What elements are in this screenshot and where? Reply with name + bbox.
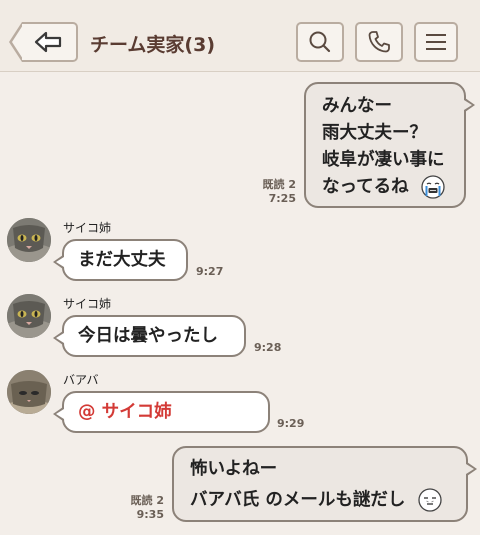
read-receipt: 既読 2 [262, 178, 296, 191]
read-receipt: 既読 2 [130, 494, 164, 507]
message-time: 9:28 [254, 341, 282, 354]
phone-icon [368, 31, 390, 53]
message-time: 9:27 [196, 265, 224, 278]
cat-avatar-icon [7, 294, 51, 338]
cat-avatar-icon [7, 370, 51, 414]
message-line: 怖いよねー [190, 459, 278, 479]
crying-face-emoji [421, 175, 445, 199]
message-time: 9:35 [136, 508, 164, 521]
chat-header: チーム実家(3) [0, 0, 480, 72]
message-bubble-incoming[interactable]: @ サイコ姉 [53, 391, 270, 433]
message-meta: 既読 2 9:35 [131, 494, 164, 522]
sender-name: サイコ姉 [63, 297, 112, 311]
call-button[interactable] [355, 22, 403, 62]
back-button[interactable] [9, 22, 78, 62]
message-time: 7:25 [268, 192, 296, 205]
message-line: 雨大丈夫ー？ [322, 123, 427, 143]
message-time: 9:29 [277, 417, 305, 430]
message-line: なってるね [322, 177, 409, 197]
search-button[interactable] [296, 22, 344, 62]
message-line: 岐阜が凄い事に [322, 150, 445, 170]
message-line: みんなー [322, 96, 392, 116]
neutral-face-emoji [417, 488, 442, 512]
cat-avatar-icon [7, 218, 51, 262]
avatar[interactable] [7, 294, 51, 338]
message-text: まだ大丈夫 [78, 250, 166, 270]
menu-icon [426, 34, 446, 50]
sender-name: バアバ [63, 373, 99, 387]
message-bubble-outgoing[interactable]: 怖いよねー バアバ氏 のメールも謎だし [172, 446, 477, 522]
message-bubble-outgoing[interactable]: みんなー 雨大丈夫ー？ 岐阜が凄い事に なってるね [304, 82, 475, 208]
message-text: 今日は曇やったし [78, 326, 218, 346]
menu-button[interactable] [414, 22, 458, 62]
message-line: バアバ氏 のメールも謎だし [190, 490, 406, 510]
avatar[interactable] [7, 218, 51, 262]
chat-title: チーム実家(3) [90, 34, 216, 56]
search-icon [309, 31, 331, 53]
message-meta: 既読 2 7:25 [263, 178, 296, 206]
message-bubble-incoming[interactable]: まだ大丈夫 [53, 239, 188, 281]
mention-text[interactable]: @ サイコ姉 [78, 393, 268, 431]
back-arrow-icon [34, 31, 62, 53]
message-bubble-incoming[interactable]: 今日は曇やったし [53, 315, 246, 357]
sender-name: サイコ姉 [63, 221, 112, 235]
avatar[interactable] [7, 370, 51, 414]
